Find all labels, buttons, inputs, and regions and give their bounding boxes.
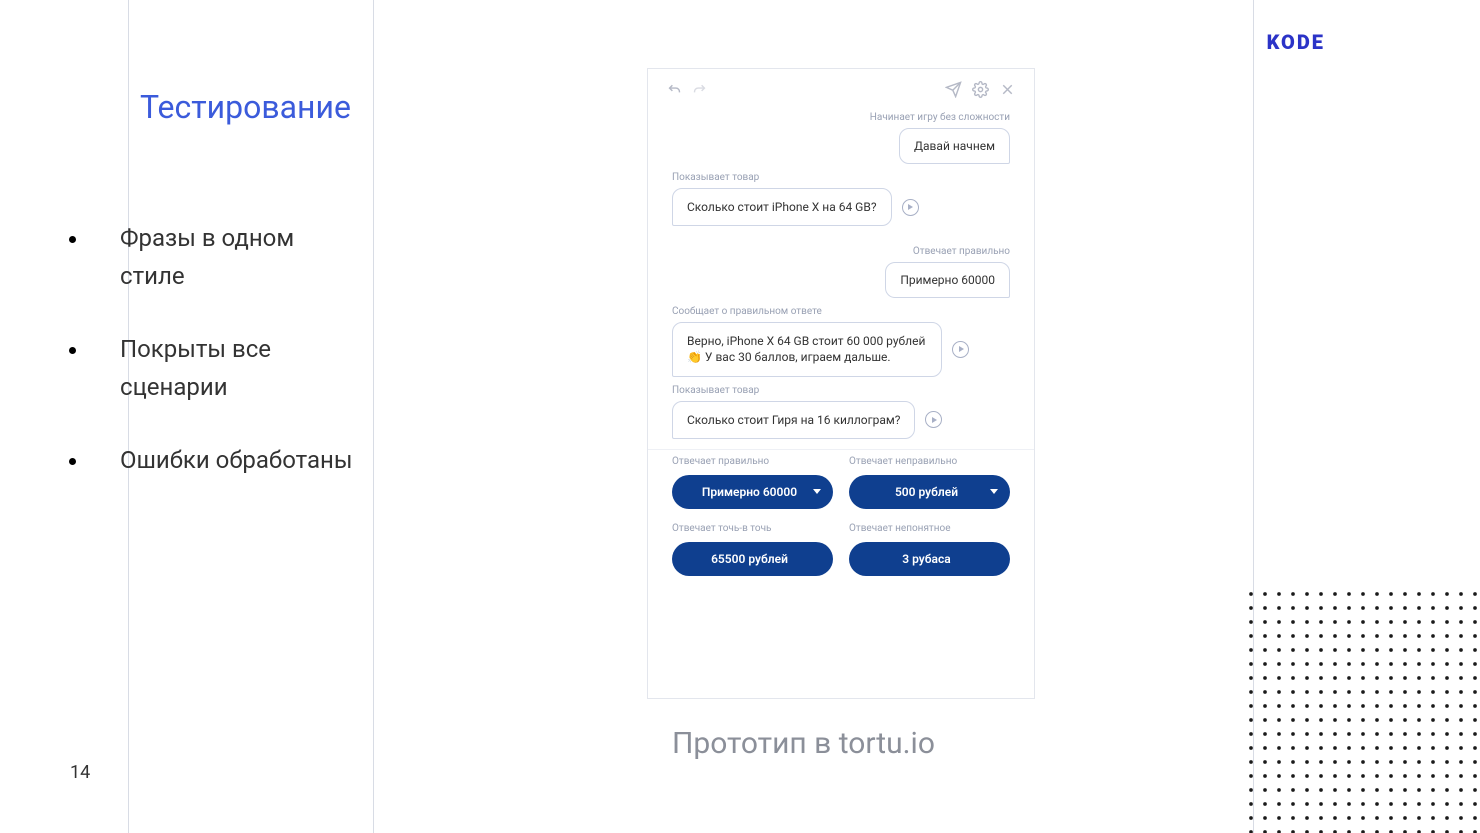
- page-number: 14: [70, 762, 90, 783]
- option-pill[interactable]: Примерно 60000: [672, 475, 833, 509]
- meta-label: Начинает игру без сложности: [672, 112, 1010, 123]
- bot-bubble: Примерно 60000: [885, 262, 1010, 298]
- bullet-item: Фразы в одном стиле: [90, 219, 360, 296]
- bullet-item: Ошибки обработаны: [90, 441, 360, 479]
- meta-label: Сообщает о правильном ответе: [672, 306, 1010, 317]
- user-bubble: Сколько стоит iPhone X на 64 GB?: [672, 188, 892, 226]
- option-pill[interactable]: 3 рубаса: [849, 542, 1010, 576]
- gear-icon[interactable]: [972, 81, 989, 98]
- meta-label: Показывает товар: [672, 172, 1010, 183]
- meta-label: Показывает товар: [672, 385, 1010, 396]
- user-bubble: Сколько стоит Гиря на 16 киллограм?: [672, 401, 915, 439]
- play-icon[interactable]: [902, 199, 919, 216]
- chevron-down-icon: [813, 489, 821, 494]
- decorative-dots: [1240, 583, 1480, 833]
- figure-caption: Прототип в tortu.io: [672, 726, 935, 761]
- pill-text: 65500 рублей: [711, 552, 788, 566]
- chevron-down-icon: [990, 489, 998, 494]
- option-label: Отвечает непонятное: [849, 523, 1010, 534]
- undo-icon[interactable]: [666, 81, 683, 98]
- slide-title: Тестирование: [140, 88, 351, 126]
- prototype-toolbar: [648, 69, 1034, 108]
- prototype-panel: Начинает игру без сложности Давай начнем…: [647, 68, 1035, 699]
- separator: [648, 449, 1034, 450]
- pill-text: Примерно 60000: [702, 485, 797, 499]
- meta-label: Отвечает правильно: [672, 246, 1010, 257]
- pill-text: 500 рублей: [895, 485, 958, 499]
- play-icon[interactable]: [952, 341, 969, 358]
- bullet-list: Фразы в одном стиле Покрыты все сценарии…: [90, 219, 360, 513]
- user-bubble: Верно, iPhone X 64 GB стоит 60 000 рубле…: [672, 322, 942, 376]
- bullet-item: Покрыты все сценарии: [90, 330, 360, 407]
- pill-text: 3 рубаса: [902, 552, 950, 566]
- option-pill[interactable]: 65500 рублей: [672, 542, 833, 576]
- option-pill[interactable]: 500 рублей: [849, 475, 1010, 509]
- play-icon[interactable]: [925, 411, 942, 428]
- option-label: Отвечает неправильно: [849, 456, 1010, 467]
- close-icon[interactable]: [999, 81, 1016, 98]
- divider-mid: [373, 0, 374, 833]
- option-label: Отвечает правильно: [672, 456, 833, 467]
- send-icon[interactable]: [945, 81, 962, 98]
- option-label: Отвечает точь-в точь: [672, 523, 833, 534]
- brand-logo: KODE: [1267, 30, 1325, 54]
- redo-icon[interactable]: [691, 81, 708, 98]
- bot-bubble: Давай начнем: [899, 128, 1010, 164]
